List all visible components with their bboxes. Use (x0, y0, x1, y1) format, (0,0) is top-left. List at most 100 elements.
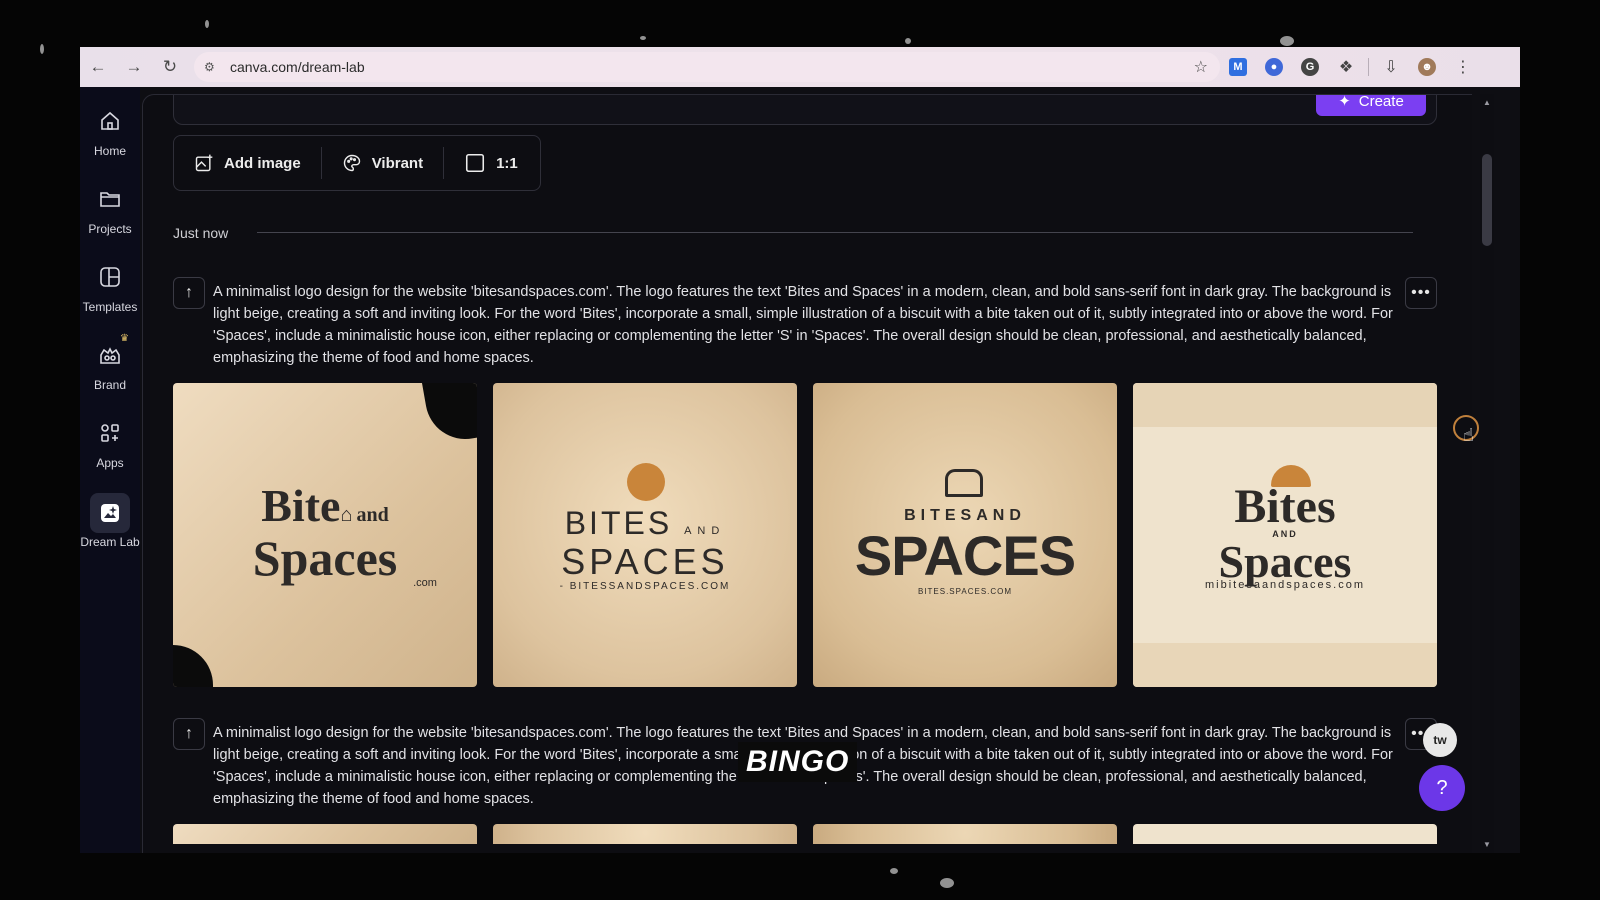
ellipsis-icon: ••• (1411, 284, 1431, 301)
templates-icon (100, 267, 120, 287)
forward-arrow-icon[interactable]: → (116, 49, 152, 85)
palette-icon (343, 154, 360, 172)
arrow-up-icon: ↑ (185, 725, 193, 742)
sidebar-item-label: Projects (88, 222, 132, 236)
more-options-button[interactable]: ••• (1405, 277, 1437, 309)
extension-m-icon[interactable]: M (1220, 49, 1256, 85)
logo-text: BITES AND (493, 505, 797, 542)
sidebar-item-dream-lab[interactable]: Dream Lab (80, 493, 140, 549)
logo-line: BITES (564, 505, 673, 541)
logo-sub: .com (413, 577, 437, 589)
logo-sub: - BITESSANDSPACES.COM (559, 581, 731, 592)
url-text[interactable]: canva.com/dream-lab (230, 59, 365, 75)
aspect-ratio-button[interactable]: 1:1 (443, 147, 538, 179)
extension-grammarly-icon[interactable]: G (1292, 49, 1328, 85)
apps-icon (101, 424, 119, 442)
sidebar-item-label: Brand (93, 378, 127, 392)
image-band (1133, 643, 1437, 687)
reload-icon[interactable]: ↻ (152, 49, 188, 85)
reuse-prompt-button[interactable]: ↑ (173, 718, 205, 750)
background-speck (1280, 36, 1294, 46)
biscuit-icon (627, 463, 665, 501)
image-band (1133, 383, 1437, 427)
back-arrow-icon[interactable]: ← (80, 49, 116, 85)
logo-and: AND (684, 525, 726, 537)
logo-and: and (356, 504, 389, 526)
logo-line: Bite (261, 480, 341, 531)
background-speck (890, 868, 898, 874)
add-image-label: Add image (224, 154, 301, 172)
sidebar-item-label: Dream Lab (80, 535, 140, 549)
aspect-ratio-label: 1:1 (496, 154, 518, 172)
logo-line: Bites (1234, 480, 1336, 533)
image-decoration (421, 383, 477, 446)
prompt-text: A minimalist logo design for the website… (213, 284, 1393, 366)
logo-sub: BITES.SPACES.COM (917, 587, 1013, 596)
generated-images-grid: Bite⌂ and Spaces .com BITES AND SPACES - … (173, 383, 1437, 687)
generated-image[interactable]: BITESAND SPACES BITES.SPACES.COM (813, 383, 1117, 687)
sidebar-item-projects[interactable]: Projects (80, 187, 140, 236)
style-vibrant-button[interactable]: Vibrant (320, 147, 443, 179)
background-speck (205, 20, 209, 28)
home-icon (101, 111, 119, 130)
help-button[interactable]: ? (1419, 765, 1465, 811)
extension-blue-icon[interactable]: ● (1256, 49, 1292, 85)
pointer-hand-icon: ☝ (1463, 425, 1474, 445)
create-button[interactable]: ✦ Create (1316, 94, 1426, 116)
generated-images-grid (173, 824, 1437, 844)
background-speck (940, 878, 954, 888)
generated-image[interactable] (493, 824, 797, 844)
menu-kebab-icon[interactable]: ⋮ (1445, 49, 1481, 85)
generated-image[interactable]: Bites AND Spaces mibitesaandspaces.com (1133, 383, 1437, 687)
generated-image[interactable] (813, 824, 1117, 844)
dream-lab-icon (101, 504, 119, 522)
square-ratio-icon (466, 153, 485, 173)
section-divider (257, 232, 1413, 233)
generated-image[interactable] (1133, 824, 1437, 844)
sidebar-item-apps[interactable]: Apps (80, 421, 140, 470)
image-decoration (173, 645, 213, 687)
browser-toolbar: ← → ↻ ⚙ canva.com/dream-lab ☆ M ● G ❖ ⇩ … (80, 47, 1520, 87)
sidebar-item-home[interactable]: Home (80, 109, 140, 158)
generation-options-bar: Add image Vibrant 1:1 (173, 135, 541, 191)
logo-line: SPACES (854, 524, 1076, 587)
background-speck (40, 44, 44, 54)
toolbar-divider (1368, 58, 1369, 76)
scrollbar[interactable]: ▲ ▼ (1480, 94, 1494, 853)
sidebar-item-label: Home (93, 144, 126, 158)
scroll-up-arrow-icon[interactable]: ▲ (1482, 98, 1492, 107)
sparkle-icon: ✦ (1338, 94, 1351, 110)
scroll-down-arrow-icon[interactable]: ▼ (1482, 840, 1492, 849)
logo-sub: mibitesaandspaces.com (1204, 579, 1365, 591)
logo-line: SPACES (561, 541, 729, 582)
brand-icon (100, 347, 120, 364)
generated-image[interactable]: Bite⌂ and Spaces .com (173, 383, 477, 687)
browser-window: ← → ↻ ⚙ canva.com/dream-lab ☆ M ● G ❖ ⇩ … (80, 47, 1520, 853)
prompt-entry: ↑ A minimalist logo design for the websi… (173, 277, 1437, 369)
sidebar-item-brand[interactable]: ♛ Brand (80, 333, 140, 392)
dream-lab-main: ✦ Create Add image Vibrant 1:1 Just now … (142, 94, 1472, 853)
extensions-puzzle-icon[interactable]: ❖ (1328, 49, 1364, 85)
generated-image[interactable]: BITES AND SPACES - BITESSANDSPACES.COM (493, 383, 797, 687)
generated-image[interactable] (173, 824, 477, 844)
site-settings-icon[interactable]: ⚙ (204, 60, 224, 74)
create-button-label: Create (1358, 94, 1404, 110)
download-icon[interactable]: ⇩ (1373, 49, 1409, 85)
sidebar: Home Projects Templates ♛ Brand Apps Dre… (80, 87, 140, 853)
scrollbar-thumb[interactable] (1482, 154, 1492, 246)
section-label-just-now: Just now (173, 225, 229, 241)
reuse-prompt-button[interactable]: ↑ (173, 277, 205, 309)
add-image-button[interactable]: Add image (174, 136, 321, 190)
mascot-icon[interactable]: tw (1423, 723, 1457, 757)
dream-lab-icon-wrap (90, 493, 130, 533)
bread-icon (945, 469, 983, 497)
bookmark-star-icon[interactable]: ☆ (1194, 57, 1208, 77)
sidebar-item-label: Templates (82, 300, 138, 314)
overlay-caption: BINGO (738, 742, 858, 782)
sidebar-item-label: Apps (96, 456, 124, 470)
profile-avatar[interactable]: ☻ (1409, 49, 1445, 85)
address-bar[interactable]: ⚙ canva.com/dream-lab ☆ (194, 52, 1220, 82)
sidebar-item-templates[interactable]: Templates (80, 265, 140, 314)
prompt-input-box[interactable]: ✦ Create (173, 94, 1437, 125)
image-add-icon (195, 154, 213, 172)
